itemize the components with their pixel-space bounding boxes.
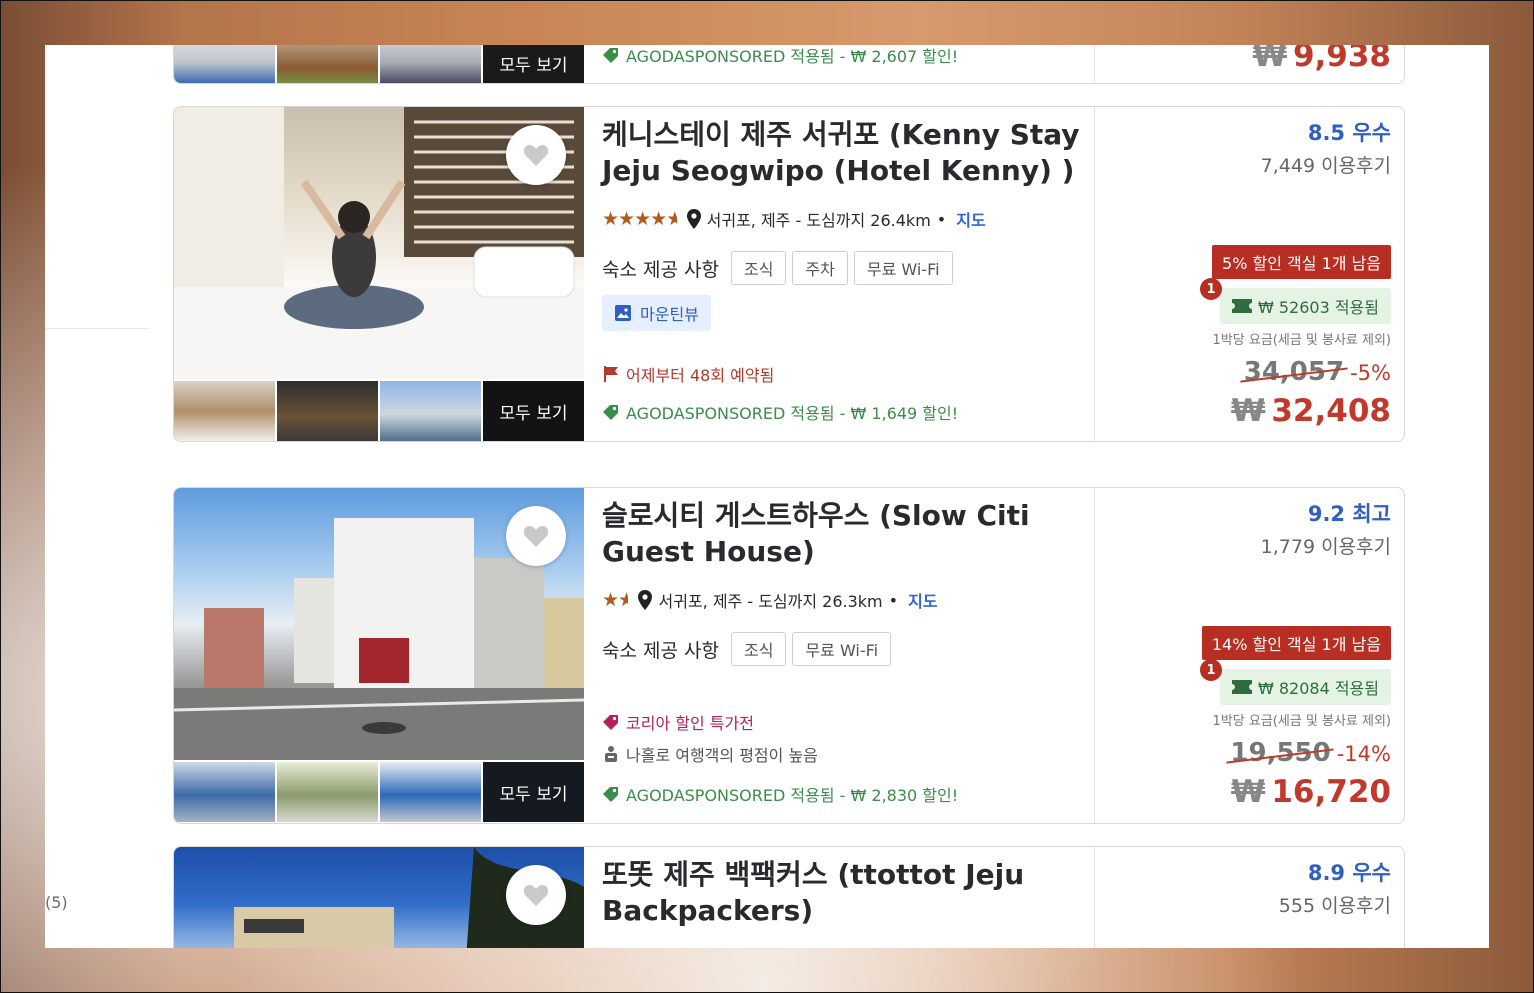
screenshot-border	[0, 0, 1534, 993]
